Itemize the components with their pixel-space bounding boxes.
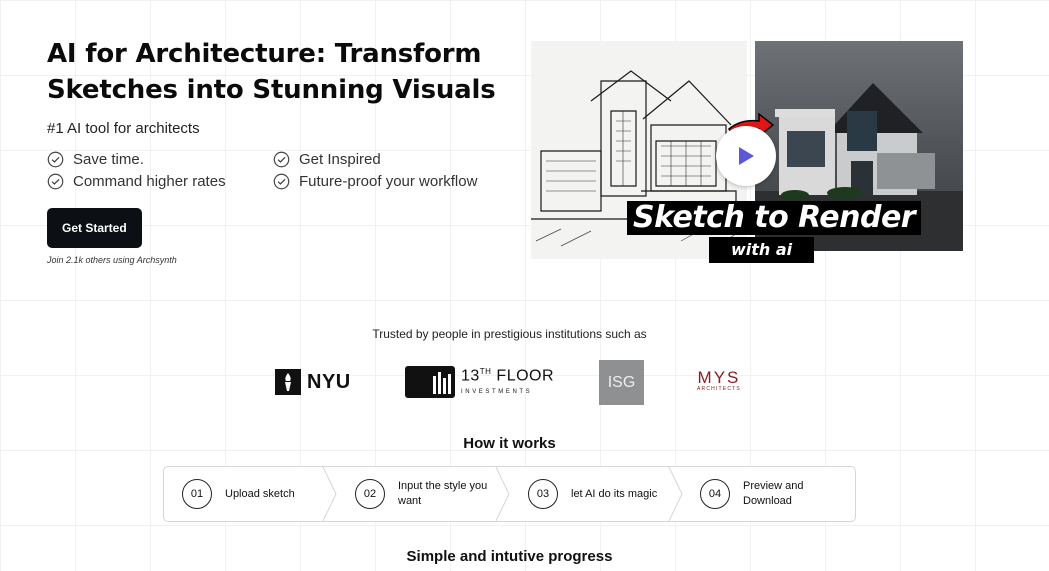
check-circle-icon	[47, 151, 64, 168]
step-number: 03	[528, 479, 558, 509]
progress-section-title: Simple and intutive progress	[406, 548, 613, 565]
video-subcaption: with ai	[709, 237, 815, 263]
hero-title-line1: AI for Architecture: Transform	[47, 39, 482, 69]
hero-section: AI for Architecture: Transform Sketches …	[47, 36, 517, 265]
feature-item: Save time.	[47, 151, 273, 168]
how-it-works-title: How it works	[463, 435, 556, 452]
step-number: 02	[355, 479, 385, 509]
trusted-text: Trusted by people in prestigious institu…	[372, 327, 647, 341]
step-label: Preview and Download	[743, 480, 804, 507]
step-label: Upload sketch	[225, 487, 295, 500]
get-started-button[interactable]: Get Started	[47, 208, 142, 248]
thirteenth-floor-logo: 13TH FLOOR INVESTMENTS	[405, 366, 554, 398]
play-button[interactable]	[716, 126, 776, 186]
check-circle-icon	[273, 173, 290, 190]
feature-label: Save time.	[73, 151, 144, 168]
hero-title-line2: Sketches into Stunning Visuals	[47, 75, 496, 105]
nyu-logo: NYU	[275, 369, 351, 395]
chevron-divider-icon	[322, 467, 337, 521]
step-4[interactable]: 04 Preview and Download	[700, 467, 850, 521]
check-circle-icon	[47, 173, 64, 190]
hero-title: AI for Architecture: Transform Sketches …	[47, 36, 517, 108]
demo-video[interactable]: Sketch to Render with ai	[531, 41, 963, 263]
steps-bar: 01 Upload sketch 02 Input the style you …	[163, 466, 856, 522]
feature-label: Future-proof your workflow	[299, 173, 478, 190]
chevron-divider-icon	[495, 467, 510, 521]
play-icon	[739, 147, 754, 165]
thirteenth-floor-text: 13TH FLOOR	[461, 367, 555, 385]
thirteenth-floor-subtext: INVESTMENTS	[461, 388, 533, 395]
hero-subtitle: #1 AI tool for architects	[47, 120, 200, 137]
chevron-divider-icon	[668, 467, 683, 521]
mys-logo-text: MYS	[697, 368, 741, 387]
join-text: Join 2.1k others using Archsynth	[47, 255, 177, 265]
torch-icon	[275, 369, 301, 395]
isg-logo: ISG	[599, 360, 644, 405]
mys-logo-subtext: ARCHITECTS	[697, 386, 741, 392]
step-number: 01	[182, 479, 212, 509]
feature-item: Command higher rates	[47, 173, 273, 190]
step-label: let AI do its magic	[571, 487, 658, 500]
building-icon	[405, 366, 455, 398]
step-2[interactable]: 02 Input the style you want	[355, 467, 495, 521]
feature-label: Get Inspired	[299, 151, 381, 168]
feature-label: Command higher rates	[73, 173, 226, 190]
feature-item: Future-proof your workflow	[273, 173, 503, 190]
check-circle-icon	[273, 151, 290, 168]
feature-item: Get Inspired	[273, 151, 503, 168]
mys-logo: MYS ARCHITECTS	[697, 369, 741, 392]
feature-list: Save time. Get Inspired Command higher r…	[47, 151, 517, 190]
video-caption: Sketch to Render	[627, 201, 922, 235]
step-3[interactable]: 03 let AI do its magic	[528, 467, 668, 521]
step-label: Input the style you want	[398, 480, 488, 507]
nyu-logo-text: NYU	[307, 370, 351, 393]
step-1[interactable]: 01 Upload sketch	[182, 467, 322, 521]
step-number: 04	[700, 479, 730, 509]
